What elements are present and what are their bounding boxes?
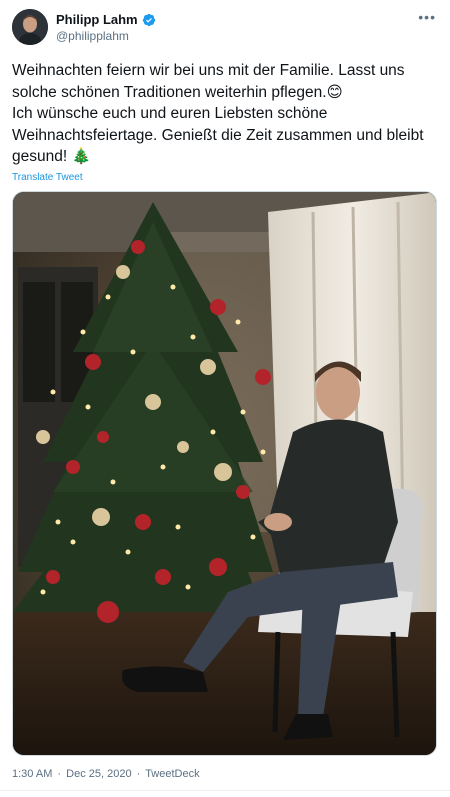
profile-avatar-icon (12, 9, 48, 45)
author-handle[interactable]: @philipplahm (56, 29, 129, 43)
translate-tweet-link[interactable]: Translate Tweet (12, 172, 83, 183)
tweet-date[interactable]: Dec 25, 2020 (66, 768, 131, 780)
christmas-photo-image (13, 192, 436, 755)
more-options-icon[interactable]: ••• (418, 9, 436, 25)
meta-separator-2: · (136, 768, 141, 780)
tweet-photo[interactable] (12, 191, 437, 756)
author-name-row[interactable]: Philipp Lahm (56, 12, 156, 27)
tweet-time[interactable]: 1:30 AM (12, 768, 52, 780)
avatar[interactable] (12, 9, 48, 45)
verified-badge-icon (142, 13, 155, 26)
tweet-source[interactable]: TweetDeck (145, 768, 199, 780)
author-name[interactable]: Philipp Lahm (56, 12, 138, 27)
tweet-card: Philipp Lahm @philipplahm ••• Weihnachte… (0, 0, 450, 797)
tweet-text: Weihnachten feiern wir bei uns mit der F… (12, 62, 424, 165)
tweet-metadata: 1:30 AM · Dec 25, 2020 · TweetDeck (12, 768, 202, 780)
divider (0, 790, 450, 791)
meta-separator-1: · (57, 768, 62, 780)
